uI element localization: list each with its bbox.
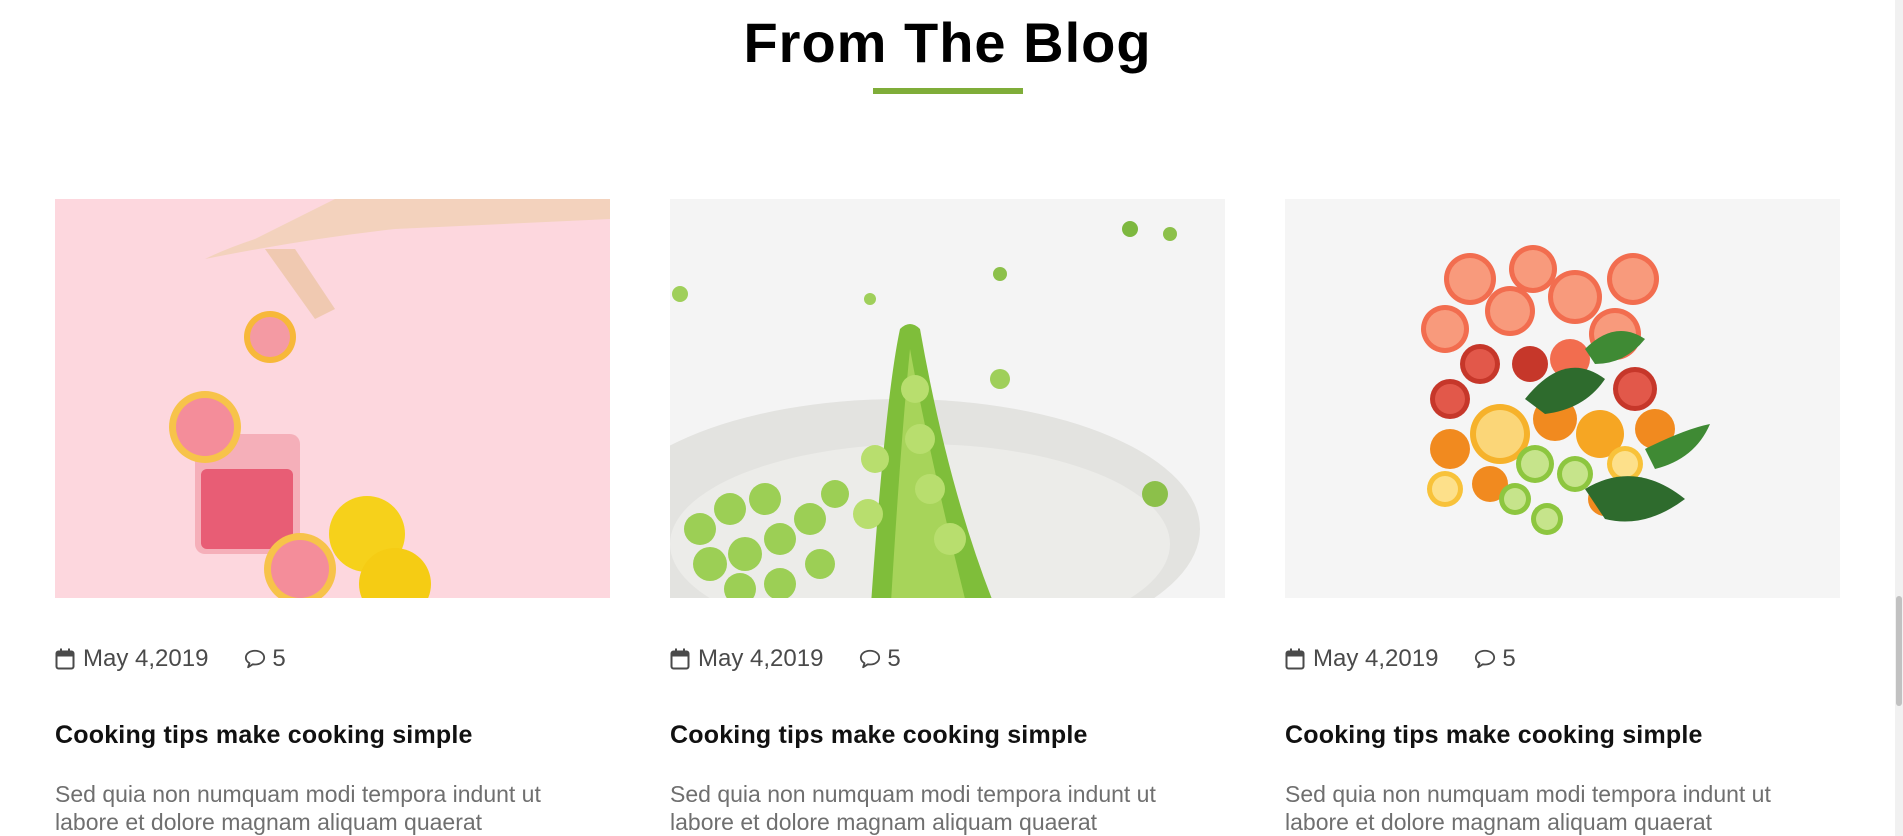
post-date: May 4,2019 (1285, 645, 1438, 673)
blog-card: May 4,2019 5 Cooking tips make cooking s… (55, 199, 610, 836)
post-meta: May 4,2019 5 (670, 644, 1225, 674)
post-title-link[interactable]: Cooking tips make cooking simple (1285, 720, 1840, 750)
post-excerpt: Sed quia non numquam modi tempora indunt… (1285, 781, 1771, 835)
post-date-text: May 4,2019 (698, 645, 824, 672)
section-title: From The Blog (743, 11, 1152, 74)
title-underline (873, 88, 1023, 94)
post-comments-count: 5 (272, 645, 286, 672)
post-comments[interactable]: 5 (244, 645, 286, 673)
blog-image-green-peas[interactable] (670, 199, 1225, 598)
scrollbar-track[interactable] (1895, 0, 1903, 836)
calendar-icon (670, 647, 692, 671)
post-comments[interactable]: 5 (859, 645, 901, 673)
post-title-link[interactable]: Cooking tips make cooking simple (670, 720, 1225, 750)
post-comments-count: 5 (887, 645, 901, 672)
post-title-link[interactable]: Cooking tips make cooking simple (55, 720, 610, 750)
comment-icon (1474, 647, 1496, 671)
scrollbar-thumb[interactable] (1896, 596, 1902, 706)
post-excerpt: Sed quia non numquam modi tempora indunt… (55, 781, 541, 835)
comment-icon (859, 647, 881, 671)
blog-image-grapefruit-drink[interactable] (55, 199, 610, 598)
post-meta: May 4,2019 5 (55, 644, 610, 674)
blog-image-citrus-slices[interactable] (1285, 199, 1840, 598)
post-date: May 4,2019 (670, 645, 823, 673)
post-date-text: May 4,2019 (1313, 645, 1439, 672)
post-comments-count: 5 (1502, 645, 1516, 672)
post-date-text: May 4,2019 (83, 645, 209, 672)
post-date: May 4,2019 (55, 645, 208, 673)
comment-icon (244, 647, 266, 671)
post-meta: May 4,2019 5 (1285, 644, 1840, 674)
post-excerpt: Sed quia non numquam modi tempora indunt… (670, 781, 1156, 835)
calendar-icon (55, 647, 77, 671)
post-comments[interactable]: 5 (1474, 645, 1516, 673)
blog-card: May 4,2019 5 Cooking tips make cooking s… (1285, 199, 1840, 836)
calendar-icon (1285, 647, 1307, 671)
blog-card: May 4,2019 5 Cooking tips make cooking s… (670, 199, 1225, 836)
